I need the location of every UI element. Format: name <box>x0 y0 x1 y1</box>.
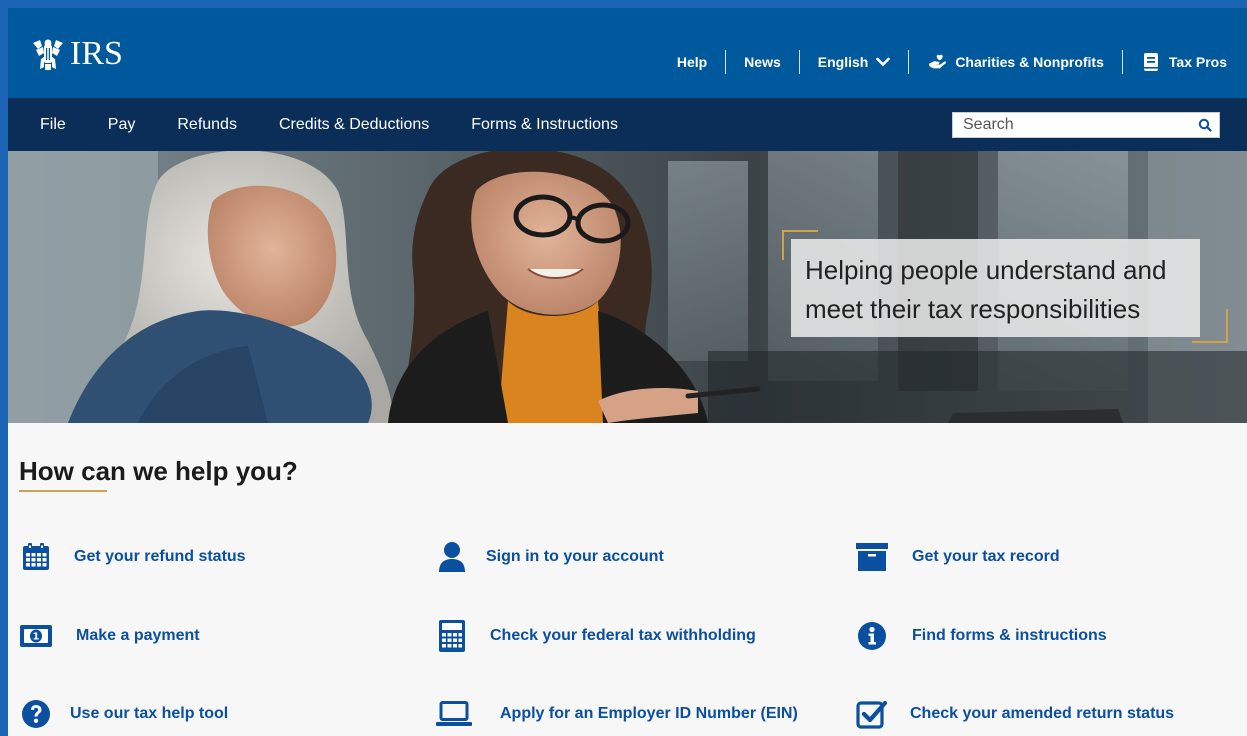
task-label: Get your tax record <box>912 548 1060 565</box>
task-apply-ein[interactable]: Apply for an Employer ID Number (EIN) <box>436 698 798 730</box>
laptop-icon <box>436 698 472 730</box>
nav-item-forms-instructions[interactable]: Forms & Instructions <box>471 116 618 134</box>
utility-nav: Help News English Charities & Nonprofits <box>677 48 1227 76</box>
utility-divider <box>725 50 727 74</box>
irs-homepage: IRS Help News English Charities & Nonpro… <box>0 0 1247 736</box>
nav-item-credits-deductions[interactable]: Credits & Deductions <box>279 116 429 134</box>
utility-divider <box>798 50 800 74</box>
tagline-box: Helping people understand and meet their… <box>791 239 1200 337</box>
calculator-icon <box>436 620 468 652</box>
task-amended-return[interactable]: Check your amended return status <box>856 698 1174 730</box>
search-box <box>952 112 1220 138</box>
heading-underline <box>19 490 107 492</box>
archive-box-icon <box>856 541 888 573</box>
money-bill-icon: 1 <box>20 620 52 652</box>
task-label: Use our tax help tool <box>70 705 229 722</box>
hand-heart-icon <box>929 54 947 69</box>
task-label: Make a payment <box>76 627 200 644</box>
nav-item-refunds[interactable]: Refunds <box>177 116 237 134</box>
help-link[interactable]: Help <box>677 54 707 70</box>
hero-banner: Helping people understand and meet their… <box>8 151 1247 423</box>
task-label: Sign in to your account <box>486 548 664 565</box>
task-find-forms[interactable]: Find forms & instructions <box>856 620 1107 652</box>
help-heading: How can we help you? <box>19 456 298 486</box>
language-label: English <box>817 54 869 70</box>
task-label: Get your refund status <box>74 548 246 565</box>
question-circle-icon <box>20 698 52 730</box>
news-link[interactable]: News <box>744 54 781 70</box>
task-tax-record[interactable]: Get your tax record <box>856 541 1060 573</box>
person-icon <box>436 541 468 573</box>
search-button[interactable] <box>1191 113 1219 137</box>
book-icon <box>1143 53 1158 71</box>
charities-nonprofits-link[interactable]: Charities & Nonprofits <box>927 52 1104 72</box>
task-sign-in[interactable]: Sign in to your account <box>436 541 664 573</box>
tagline-bracket-bottom <box>1192 309 1228 343</box>
task-refund-status[interactable]: Get your refund status <box>20 541 246 573</box>
info-circle-icon <box>856 620 888 652</box>
tax-pros-label: Tax Pros <box>1168 54 1227 70</box>
task-tax-withholding[interactable]: Check your federal tax withholding <box>436 620 756 652</box>
eagle-emblem-icon <box>33 39 63 70</box>
task-label: Find forms & instructions <box>912 627 1107 644</box>
help-section: How can we help you? Get your refund sta… <box>8 423 1247 736</box>
task-make-payment[interactable]: 1 Make a payment <box>20 620 200 652</box>
utility-divider <box>1121 50 1123 74</box>
svg-text:1: 1 <box>33 632 40 643</box>
calendar-icon <box>20 541 52 573</box>
tax-pros-link[interactable]: Tax Pros <box>1141 52 1227 72</box>
task-label: Check your federal tax withholding <box>490 627 756 644</box>
nav-item-pay[interactable]: Pay <box>108 116 136 134</box>
site-header: IRS Help News English Charities & Nonpro… <box>8 8 1247 98</box>
search-input[interactable] <box>953 113 1191 137</box>
checkbox-icon <box>856 698 888 730</box>
utility-divider <box>908 50 910 74</box>
charities-label: Charities & Nonprofits <box>955 54 1104 70</box>
chevron-down-icon <box>876 57 891 67</box>
task-label: Apply for an Employer ID Number (EIN) <box>500 705 798 722</box>
task-tax-help-tool[interactable]: Use our tax help tool <box>20 698 228 730</box>
logo-text: IRS <box>70 35 123 72</box>
nav-item-file[interactable]: File <box>40 116 66 134</box>
search-icon <box>1198 118 1212 132</box>
hero-tagline: Helping people understand and meet their… <box>805 255 1167 324</box>
task-label: Check your amended return status <box>910 705 1175 722</box>
irs-logo[interactable]: IRS <box>30 34 123 74</box>
language-selector[interactable]: English <box>818 54 891 70</box>
